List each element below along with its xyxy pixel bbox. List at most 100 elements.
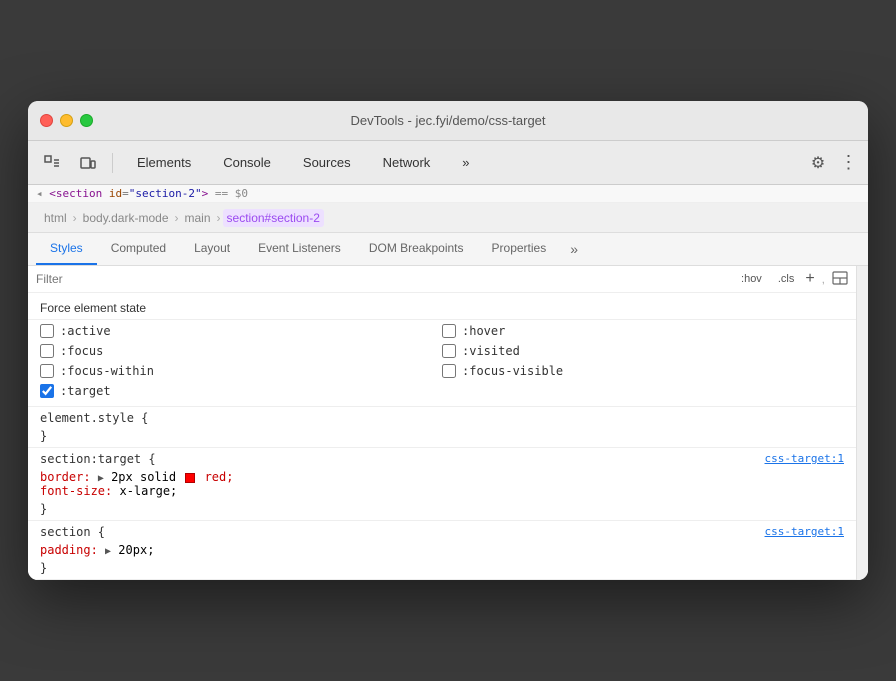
checkbox-target-label: :target xyxy=(60,384,111,398)
css-rule-section-close: } xyxy=(28,561,856,579)
traffic-lights xyxy=(40,114,93,127)
checkbox-focus-visible[interactable]: :focus-visible xyxy=(442,364,844,378)
filter-input[interactable] xyxy=(36,272,730,286)
breadcrumb-sep-2: › xyxy=(173,211,181,225)
css-rule-element-style-close: } xyxy=(28,429,856,447)
panel-tabs: Styles Computed Layout Event Listeners D… xyxy=(28,233,868,266)
breadcrumb-main[interactable]: main xyxy=(181,209,215,227)
checkbox-focus-label: :focus xyxy=(60,344,103,358)
css-prop-border-value: 2px solid xyxy=(111,470,183,484)
css-rule-source-link-2[interactable]: css-target:1 xyxy=(765,525,844,538)
css-rule-section-target-close: } xyxy=(28,502,856,520)
checkbox-target-input[interactable] xyxy=(40,384,54,398)
breadcrumb-section[interactable]: section#section-2 xyxy=(223,209,324,227)
checkbox-hover-label: :hover xyxy=(462,324,505,338)
tab-computed[interactable]: Computed xyxy=(97,233,180,265)
main-nav: Elements Console Sources Network » xyxy=(121,151,486,174)
css-rule-section-target-body: border: ▶ 2px solid red; font-size: x-la… xyxy=(28,470,856,502)
checkbox-focus-visible-label: :focus-visible xyxy=(462,364,563,378)
device-toggle-button[interactable] xyxy=(72,149,104,177)
close-button[interactable] xyxy=(40,114,53,127)
nav-console[interactable]: Console xyxy=(207,151,287,174)
css-rule-section-target-selector: section:target { css-target:1 xyxy=(28,448,856,470)
minimize-button[interactable] xyxy=(60,114,73,127)
css-prop-font-size-name: font-size: xyxy=(40,484,112,498)
css-rule-source-link-1[interactable]: css-target:1 xyxy=(765,452,844,465)
css-prop-border-color: red; xyxy=(205,470,234,484)
maximize-button[interactable] xyxy=(80,114,93,127)
css-rule-section: section { css-target:1 padding: ▶ 20px; … xyxy=(28,521,856,580)
selector-section-target: section:target { xyxy=(40,452,156,466)
styles-panel: :hov .cls + , Force element state xyxy=(28,266,856,580)
checkbox-focus-within-label: :focus-within xyxy=(60,364,154,378)
scrollbar-track[interactable] xyxy=(856,266,868,580)
css-triangle-icon[interactable]: ▶ xyxy=(98,473,104,484)
checkbox-focus-within-input[interactable] xyxy=(40,364,54,378)
tab-properties[interactable]: Properties xyxy=(478,233,561,265)
tab-layout[interactable]: Layout xyxy=(180,233,244,265)
tab-styles[interactable]: Styles xyxy=(36,233,97,265)
nav-sources[interactable]: Sources xyxy=(287,151,367,174)
force-state-header: Force element state xyxy=(28,293,856,320)
tab-event-listeners[interactable]: Event Listeners xyxy=(244,233,355,265)
hov-button[interactable]: :hov xyxy=(736,270,767,288)
checkbox-focus[interactable]: :focus xyxy=(40,344,442,358)
checkbox-target[interactable]: :target xyxy=(40,384,442,398)
more-options-icon[interactable]: ⋮ xyxy=(836,149,860,177)
checkbox-visited[interactable]: :visited xyxy=(442,344,844,358)
checkbox-active[interactable]: :active xyxy=(40,324,442,338)
css-rule-section-body: padding: ▶ 20px; xyxy=(28,543,856,561)
inspect-element-button[interactable] xyxy=(36,149,68,177)
main-toolbar: Elements Console Sources Network » ⚙ ⋮ xyxy=(28,141,868,185)
checkbox-hover-input[interactable] xyxy=(442,324,456,338)
titlebar: DevTools - jec.fyi/demo/css-target xyxy=(28,101,868,141)
add-rule-button[interactable]: + xyxy=(805,271,814,287)
state-checkboxes-grid: :active :hover :focus :visited xyxy=(28,320,856,407)
css-rule-section-target: section:target { css-target:1 border: ▶ … xyxy=(28,448,856,521)
checkbox-visited-label: :visited xyxy=(462,344,520,358)
css-prop-border: border: ▶ 2px solid red; xyxy=(40,470,844,484)
selector-text: element.style { xyxy=(40,411,148,425)
element-breadcrumb-path: ◂ <section id="section-2"> == $0 xyxy=(28,185,868,203)
tab-dom-breakpoints[interactable]: DOM Breakpoints xyxy=(355,233,478,265)
layout-icon[interactable] xyxy=(832,271,848,288)
dom-breadcrumbs: html › body.dark-mode › main › section#s… xyxy=(28,203,868,233)
selector-section: section { xyxy=(40,525,105,539)
checkbox-visited-input[interactable] xyxy=(442,344,456,358)
filter-bar: :hov .cls + , xyxy=(28,266,856,293)
css-rule-element-style-selector: element.style { xyxy=(28,407,856,429)
color-swatch-red[interactable] xyxy=(185,473,195,483)
devtools-window: DevTools - jec.fyi/demo/css-target Eleme… xyxy=(28,101,868,580)
checkbox-focus-visible-input[interactable] xyxy=(442,364,456,378)
css-padding-triangle-icon[interactable]: ▶ xyxy=(105,546,111,557)
css-prop-font-size: font-size: x-large; xyxy=(40,484,844,498)
main-panel: :hov .cls + , Force element state xyxy=(28,266,868,580)
breadcrumb-sep-1: › xyxy=(71,211,79,225)
checkbox-active-label: :active xyxy=(60,324,111,338)
nav-elements[interactable]: Elements xyxy=(121,151,207,174)
breadcrumb-path-text: ◂ <section id="section-2"> == $0 xyxy=(36,187,248,200)
tabs-more-button[interactable]: » xyxy=(560,233,588,265)
css-prop-border-name: border: xyxy=(40,470,91,484)
css-prop-padding-value: 20px; xyxy=(118,543,154,557)
window-title: DevTools - jec.fyi/demo/css-target xyxy=(350,113,545,128)
toolbar-divider-1 xyxy=(112,153,113,173)
separator-icon: , xyxy=(822,272,825,286)
css-rule-element-style: element.style { } xyxy=(28,407,856,448)
nav-more[interactable]: » xyxy=(446,151,485,174)
checkbox-active-input[interactable] xyxy=(40,324,54,338)
checkbox-hover[interactable]: :hover xyxy=(442,324,844,338)
checkbox-focus-within[interactable]: :focus-within xyxy=(40,364,442,378)
breadcrumb-html[interactable]: html xyxy=(40,209,71,227)
css-prop-font-size-value: x-large; xyxy=(119,484,177,498)
breadcrumb-sep-3: › xyxy=(215,211,223,225)
css-prop-padding: padding: ▶ 20px; xyxy=(40,543,844,557)
checkbox-focus-input[interactable] xyxy=(40,344,54,358)
nav-network[interactable]: Network xyxy=(367,151,447,174)
css-prop-padding-name: padding: xyxy=(40,543,98,557)
settings-icon[interactable]: ⚙ xyxy=(804,149,832,177)
cls-button[interactable]: .cls xyxy=(773,270,800,288)
breadcrumb-body[interactable]: body.dark-mode xyxy=(79,209,173,227)
css-rule-section-selector: section { css-target:1 xyxy=(28,521,856,543)
ellipsis-icon: ⋮ xyxy=(840,152,857,173)
